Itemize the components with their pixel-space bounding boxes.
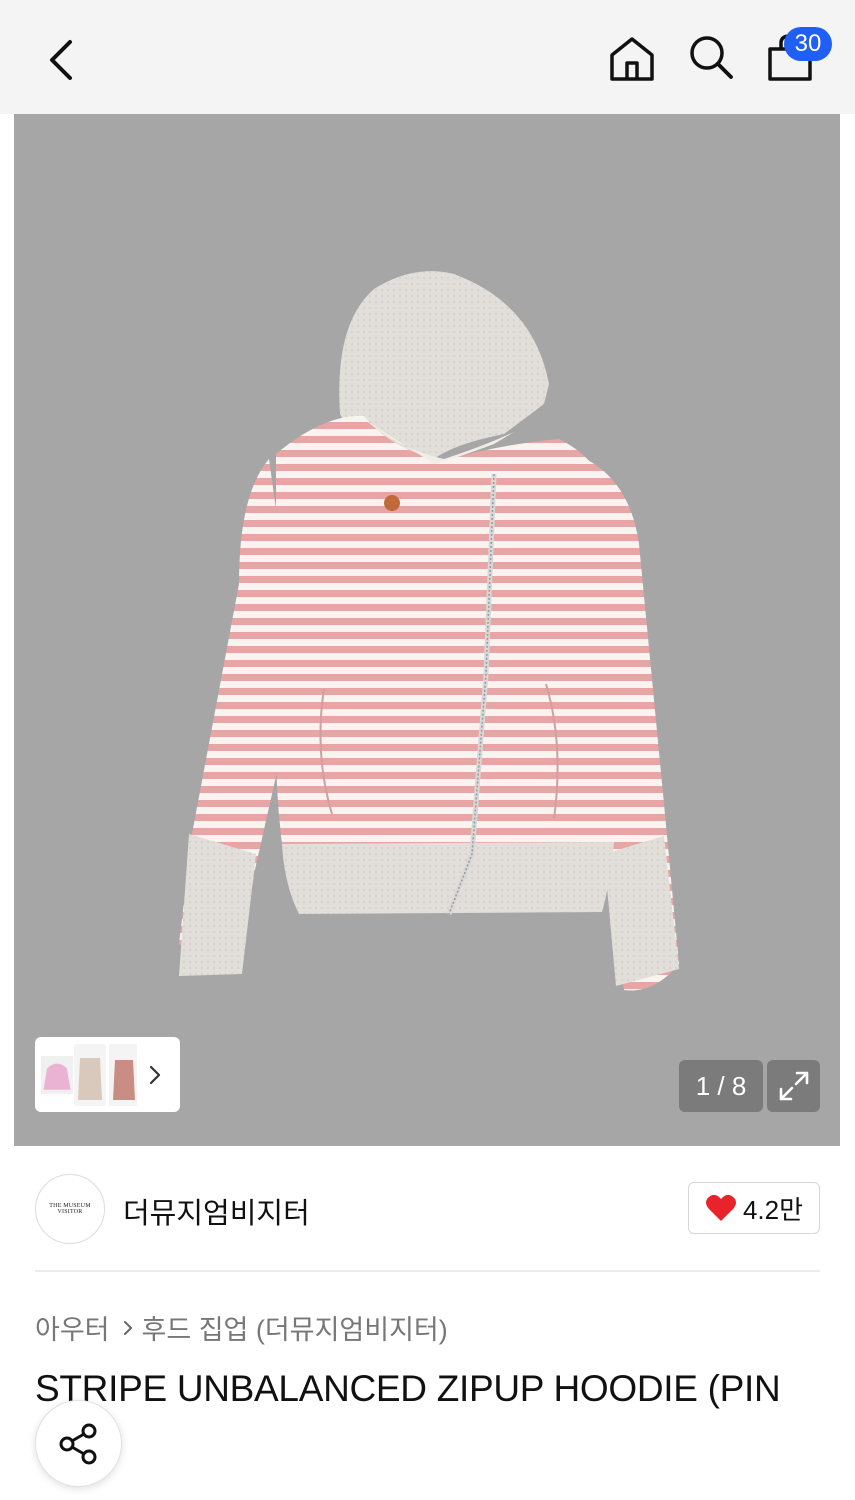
brand-row: THE MUSEUM VISITOR 더뮤지엄비지터 4.2만 [35, 1172, 820, 1244]
expand-icon [779, 1071, 808, 1101]
breadcrumb: 아우터 후드 집업 (더뮤지엄비지터) [35, 1308, 448, 1347]
back-button[interactable] [30, 28, 94, 92]
fullscreen-button[interactable] [767, 1060, 820, 1112]
breadcrumb-subcategory[interactable]: 후드 집업 (더뮤지엄비지터) [142, 1308, 448, 1347]
chevron-left-icon [50, 40, 72, 80]
share-icon [59, 1423, 96, 1464]
like-count: 4.2만 [742, 1194, 804, 1225]
home-button[interactable] [598, 24, 666, 92]
brand-logo-text: THE MUSEUM VISITOR [49, 1203, 91, 1215]
thumbnail-rose-hoodie[interactable] [107, 1043, 139, 1106]
cart-count-badge: 30 [784, 27, 832, 61]
top-navigation-bar: 30 [0, 0, 855, 114]
brand-name[interactable]: 더뮤지엄비지터 [123, 1190, 310, 1232]
brand-logo[interactable]: THE MUSEUM VISITOR [35, 1174, 105, 1244]
divider [35, 1270, 820, 1272]
product-image [179, 271, 679, 991]
chevron-right-icon [122, 1318, 134, 1338]
search-button[interactable] [678, 24, 744, 90]
heart-icon [705, 1194, 736, 1221]
thumbnail-pink-hoodie[interactable] [41, 1044, 73, 1106]
product-title: STRIPE UNBALANCED ZIPUP HOODIE (PIN [35, 1368, 781, 1409]
breadcrumb-category[interactable]: 아우터 [35, 1308, 110, 1347]
image-counter: 1 / 8 [679, 1060, 763, 1112]
thumbnail-beige-hoodie[interactable] [74, 1043, 106, 1106]
search-icon [690, 36, 733, 79]
share-button[interactable] [35, 1400, 122, 1487]
thumbnail-strip[interactable] [35, 1037, 180, 1112]
product-image-gallery[interactable]: 1 / 8 [14, 114, 840, 1146]
like-button[interactable]: 4.2만 [688, 1182, 820, 1234]
chevron-right-icon[interactable] [148, 1064, 162, 1086]
home-icon [610, 37, 654, 81]
